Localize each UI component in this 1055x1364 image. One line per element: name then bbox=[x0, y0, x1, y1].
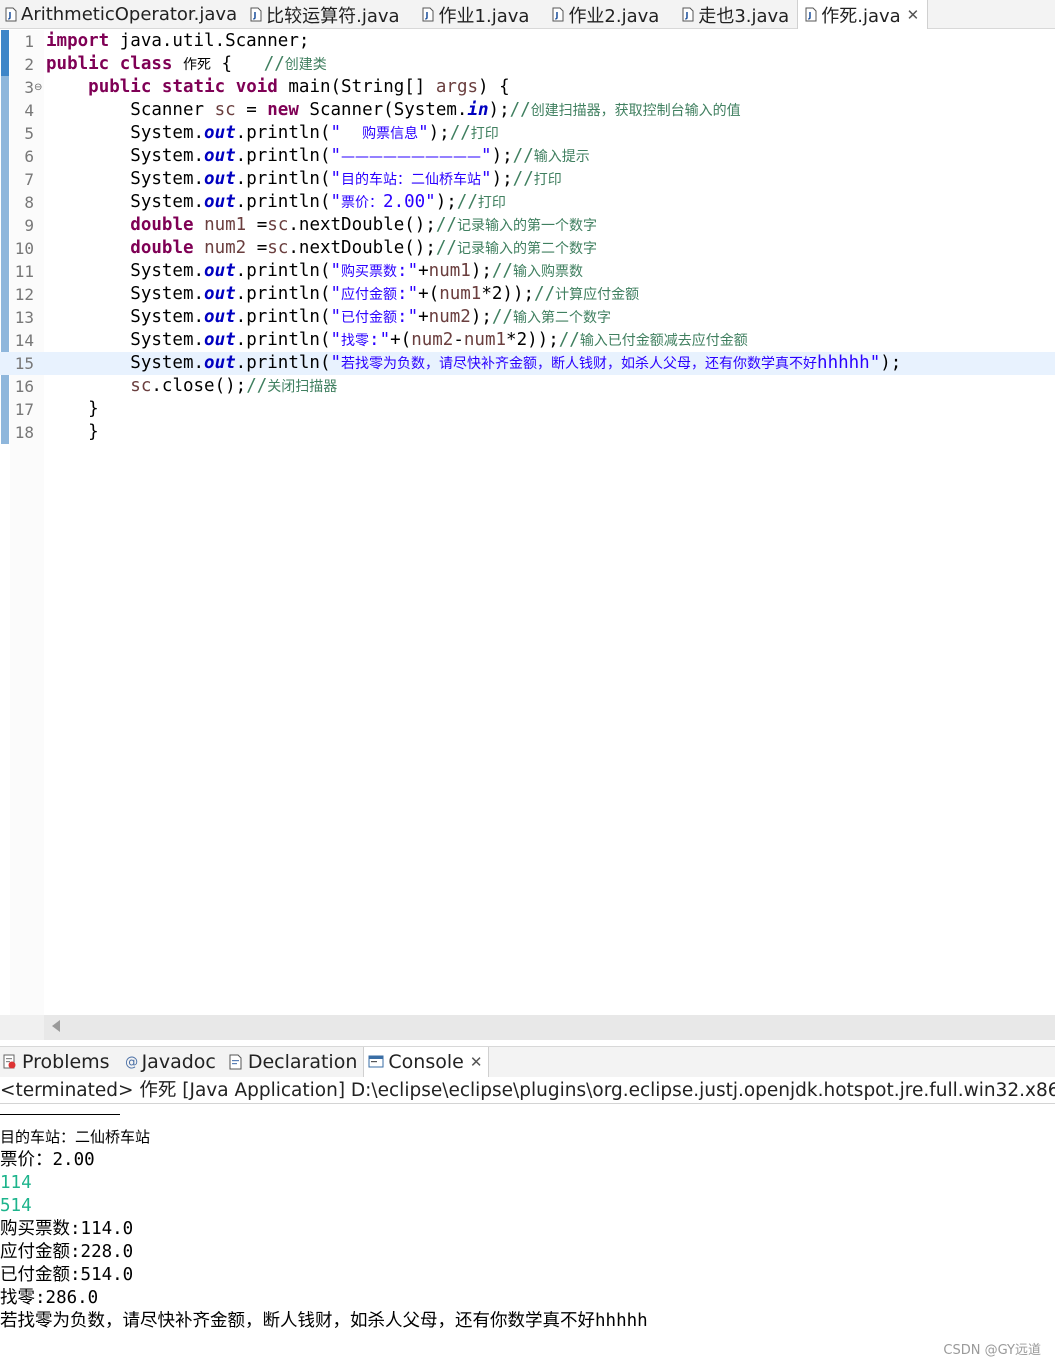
console-output[interactable]: 目的车站：二仙桥车站 票价：2.00 114 514 购买票数:114.0 应付… bbox=[0, 1104, 1055, 1364]
editor-tab-bar: J ArithmeticOperator.java J 比较运算符.java J… bbox=[0, 0, 1055, 29]
code-editor[interactable]: 1 import java.util.Scanner; 2 public cla… bbox=[0, 30, 1055, 1015]
svg-text:J: J bbox=[684, 11, 688, 20]
tab-javadoc[interactable]: @ Javadoc bbox=[116, 1047, 222, 1078]
line-number: 10 bbox=[14, 239, 34, 258]
code-line: 6 System.out.println("——————————");//输入提… bbox=[0, 145, 1055, 168]
tab-label: 作业1.java bbox=[438, 5, 530, 27]
console-line: 已付金额:514.0 bbox=[0, 1265, 134, 1285]
scrollbar-corner bbox=[0, 1015, 44, 1040]
console-icon bbox=[368, 1054, 384, 1070]
code-line: 11 System.out.println("购买票数:"+num1);//输入… bbox=[0, 260, 1055, 283]
line-number: 13 bbox=[14, 308, 34, 327]
line-number: 15 bbox=[14, 354, 34, 373]
code-line: 7 System.out.println("目的车站：二仙桥车站");//打印 bbox=[0, 168, 1055, 191]
console-line: 应付金额:228.0 bbox=[0, 1242, 134, 1262]
tab-arithmetic-operator[interactable]: J ArithmeticOperator.java bbox=[0, 0, 245, 29]
line-number: 7 bbox=[24, 170, 34, 189]
tab-label: 作死.java bbox=[821, 5, 901, 27]
line-number: 2 bbox=[24, 55, 34, 74]
tab-label: 比较运算符.java bbox=[266, 5, 400, 27]
view-tab-bar: Problems @ Javadoc Declaration Console ✕ bbox=[0, 1046, 1055, 1078]
console-line: 找零:286.0 bbox=[0, 1288, 99, 1308]
tab-label: 走也3.java bbox=[698, 5, 790, 27]
tab-label: Problems bbox=[22, 1051, 110, 1073]
console-line: 购买票数:114.0 bbox=[0, 1219, 134, 1239]
tab-label: Console bbox=[388, 1051, 464, 1073]
tab-label: Javadoc bbox=[141, 1051, 216, 1073]
code-line: 8 System.out.println("票价：2.00");//打印 bbox=[0, 191, 1055, 214]
svg-text:J: J bbox=[252, 11, 256, 20]
java-file-icon: J bbox=[422, 7, 435, 23]
code-line: 3 ⊖ public static void main(String[] arg… bbox=[0, 76, 1055, 99]
code-line: 10 double num2 =sc.nextDouble();//记录输入的第… bbox=[0, 237, 1055, 260]
line-number: 11 bbox=[14, 262, 34, 281]
line-number: 8 bbox=[24, 193, 34, 212]
tab-label: Declaration bbox=[247, 1051, 358, 1073]
code-line: 18 } bbox=[0, 421, 1055, 444]
tab-console[interactable]: Console ✕ bbox=[363, 1046, 490, 1078]
horizontal-scrollbar[interactable] bbox=[44, 1015, 1055, 1040]
code-line: 12 System.out.println("应付金额:"+(num1*2));… bbox=[0, 283, 1055, 306]
tab-compare-operator[interactable]: J 比较运算符.java bbox=[245, 0, 407, 29]
line-number: 6 bbox=[24, 147, 34, 166]
console-input-line: 114 bbox=[0, 1173, 32, 1193]
console-status-header: <terminated> 作死 [Java Application] D:\ec… bbox=[0, 1077, 1055, 1104]
line-number: 5 bbox=[24, 124, 34, 143]
code-line: 14 System.out.println("找零:"+(num2-num1*2… bbox=[0, 329, 1055, 352]
console-line: 票价：2.00 bbox=[0, 1150, 95, 1170]
svg-text:J: J bbox=[425, 11, 429, 20]
code-line: 4 Scanner sc = new Scanner(System.in);//… bbox=[0, 99, 1055, 122]
close-icon[interactable]: ✕ bbox=[470, 1053, 483, 1071]
tab-label: 作业2.java bbox=[568, 5, 660, 27]
code-line: 13 System.out.println("已付金额:"+num2);//输入… bbox=[0, 306, 1055, 329]
console-input-line: 514 bbox=[0, 1196, 32, 1216]
close-icon[interactable]: ✕ bbox=[907, 6, 920, 24]
line-number: 18 bbox=[14, 423, 34, 442]
java-file-icon: J bbox=[551, 7, 564, 23]
fold-collapse-icon[interactable]: ⊖ bbox=[34, 76, 42, 99]
scroll-left-arrow-icon[interactable] bbox=[52, 1020, 60, 1032]
java-file-icon: J bbox=[249, 7, 262, 23]
java-file-icon: J bbox=[4, 7, 17, 23]
tab-homework2[interactable]: J 作业2.java bbox=[537, 0, 667, 29]
code-line-current: 15 System.out.println("若找零为负数，请尽快补齐金额，断人… bbox=[0, 352, 1055, 375]
java-file-icon: J bbox=[804, 7, 817, 23]
svg-text:J: J bbox=[7, 11, 11, 20]
line-number: 1 bbox=[24, 32, 34, 51]
tab-label: ArithmeticOperator.java bbox=[21, 4, 238, 25]
line-number: 3 bbox=[24, 78, 34, 97]
tab-problems[interactable]: Problems bbox=[0, 1047, 116, 1078]
code-line: 9 double num1 =sc.nextDouble();//记录输入的第一… bbox=[0, 214, 1055, 237]
code-line: 1 import java.util.Scanner; bbox=[0, 30, 1055, 53]
line-number: 4 bbox=[24, 101, 34, 120]
tab-homework1[interactable]: J 作业1.java bbox=[408, 0, 538, 29]
declaration-icon bbox=[228, 1054, 244, 1070]
tab-declaration[interactable]: Declaration bbox=[222, 1047, 364, 1078]
java-file-icon: J bbox=[681, 7, 694, 23]
tab-zouye3[interactable]: J 走也3.java bbox=[667, 0, 797, 29]
line-number: 16 bbox=[14, 377, 34, 396]
svg-text:J: J bbox=[554, 11, 558, 20]
code-line: 5 System.out.println(" 购票信息");//打印 bbox=[0, 122, 1055, 145]
tab-zuosi[interactable]: J 作死.java ✕ bbox=[797, 0, 929, 29]
javadoc-icon: @ bbox=[125, 1054, 139, 1070]
console-divider bbox=[0, 1114, 120, 1115]
code-line: 2 public class 作死 { //创建类 bbox=[0, 53, 1055, 76]
problems-icon bbox=[2, 1054, 18, 1070]
console-line: 若找零为负数，请尽快补齐金额，断人钱财，如杀人父母，还有你数学真不好hhhhh bbox=[0, 1311, 648, 1331]
line-number: 17 bbox=[14, 400, 34, 419]
code-line: 16 sc.close();//关闭扫描器 bbox=[0, 375, 1055, 398]
line-number: 9 bbox=[24, 216, 34, 235]
watermark: CSDN @GY远道 bbox=[943, 1343, 1041, 1358]
line-number: 14 bbox=[14, 331, 34, 350]
svg-text:J: J bbox=[807, 11, 811, 20]
line-number: 12 bbox=[14, 285, 34, 304]
console-line: 目的车站：二仙桥车站 bbox=[0, 1128, 151, 1146]
code-line: 17 } bbox=[0, 398, 1055, 421]
